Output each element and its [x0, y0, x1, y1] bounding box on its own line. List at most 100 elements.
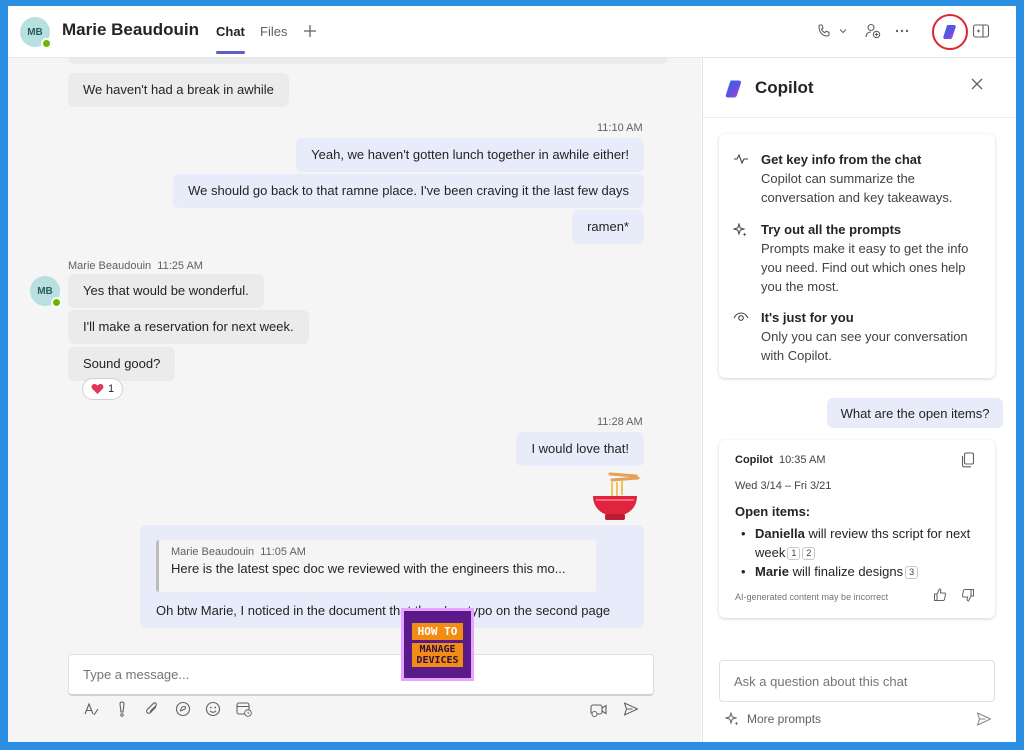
copilot-title: Copilot	[755, 78, 814, 97]
reply-message-bubble[interactable]: Marie Beaudouin 11:05 AM Here is the lat…	[140, 525, 644, 628]
chat-pane: We haven't had a break in awhile 11:10 A…	[8, 58, 701, 742]
message-time: 11:25 AM	[157, 260, 203, 272]
response-meta: Copilot 10:35 AM	[735, 454, 826, 466]
message-bubble[interactable]: Yes that would be wonderful.	[68, 274, 264, 308]
sparkle-icon	[725, 712, 739, 726]
message-sender-meta: Marie Beaudouin 11:25 AM	[68, 260, 203, 272]
message-time: 11:28 AM	[597, 416, 643, 428]
message-bubble[interactable]: ramen*	[572, 210, 644, 244]
citation-badge[interactable]: 3	[905, 566, 919, 579]
send-icon[interactable]	[620, 698, 642, 720]
quoted-text: Here is the latest spec doc we reviewed …	[171, 561, 566, 576]
citation-badge[interactable]: 1	[787, 547, 801, 560]
plus-icon[interactable]	[302, 20, 318, 42]
copilot-question-input[interactable]	[734, 673, 980, 689]
list-item: Marie will finalize designs3	[741, 562, 989, 581]
ai-disclaimer: AI-generated content may be incorrect	[735, 592, 889, 602]
open-panel-icon[interactable]	[972, 20, 990, 42]
message-bubble[interactable]: Sound good?	[68, 347, 176, 381]
sparkle-icon	[733, 223, 749, 237]
item-name: Daniella	[755, 526, 805, 541]
compose-box[interactable]	[68, 654, 654, 696]
logo-line-1: HOW TO	[411, 622, 464, 640]
intro-item-title: Get key info from the chat	[761, 152, 922, 167]
tab-chat[interactable]: Chat	[216, 24, 245, 54]
logo-line-2: MANAGE DEVICES	[412, 642, 463, 667]
response-sender: Copilot	[735, 454, 773, 466]
intro-item-desc: Prompts make it easy to get the info you…	[761, 241, 969, 294]
attach-icon[interactable]	[141, 698, 163, 720]
presence-available-icon	[51, 297, 62, 308]
video-clip-icon[interactable]	[588, 698, 610, 720]
more-prompts-button[interactable]: More prompts	[725, 712, 821, 726]
quoted-message[interactable]: Marie Beaudouin 11:05 AM Here is the lat…	[156, 540, 596, 592]
avatar-initials: MB	[27, 26, 43, 38]
more-icon[interactable]	[894, 20, 910, 42]
schedule-icon[interactable]	[233, 698, 255, 720]
contact-name[interactable]: Marie Beaudouin	[62, 20, 199, 40]
heart-icon	[91, 383, 104, 395]
how-to-manage-devices-logo: HOW TO MANAGE DEVICES	[401, 608, 474, 681]
message-time: 11:10 AM	[597, 122, 643, 134]
intro-item-key-info: Get key info from the chat Copilot can s…	[733, 152, 983, 207]
copy-icon[interactable]	[961, 452, 975, 468]
copilot-intro-card: Get key info from the chat Copilot can s…	[719, 134, 995, 378]
copilot-send-icon[interactable]	[975, 710, 995, 730]
thumbs-up-icon[interactable]	[933, 588, 947, 602]
contact-avatar[interactable]: MB	[20, 17, 52, 49]
message-bubble[interactable]: Yeah, we haven't gotten lunch together i…	[296, 138, 644, 172]
reaction-count: 1	[108, 383, 115, 395]
intro-item-title: It's just for you	[761, 310, 854, 325]
message-input[interactable]	[83, 667, 639, 682]
item-text: will finalize designs	[788, 564, 904, 579]
intro-item-desc: Only you can see your conversation with …	[761, 329, 968, 363]
partial-message	[68, 58, 668, 64]
message-bubble[interactable]: We should go back to that ramne place. I…	[173, 174, 644, 208]
message-bubble[interactable]: We haven't had a break in awhile	[68, 73, 289, 107]
intro-item-prompts: Try out all the prompts Prompts make it …	[733, 222, 983, 296]
chat-header: MB Marie Beaudouin Chat Files	[8, 6, 1016, 58]
list-item: Daniella will review ths script for next…	[741, 524, 989, 562]
quoted-time: 11:05 AM	[260, 546, 306, 558]
more-prompts-label: More prompts	[747, 712, 822, 726]
phone-icon[interactable]	[816, 20, 832, 42]
copilot-ask-box[interactable]	[719, 660, 995, 702]
loop-icon[interactable]	[172, 698, 194, 720]
tab-files[interactable]: Files	[260, 24, 287, 39]
copilot-user-question[interactable]: What are the open items?	[827, 398, 1003, 428]
contact-avatar[interactable]: MB	[30, 276, 62, 308]
response-heading: Open items:	[735, 504, 811, 519]
copilot-button[interactable]	[932, 14, 968, 50]
eye-icon	[733, 311, 749, 323]
thumbs-down-icon[interactable]	[961, 588, 975, 602]
copilot-icon	[941, 23, 959, 41]
ramen-sticker	[590, 470, 640, 524]
open-items-list: Daniella will review ths script for next…	[741, 524, 989, 581]
copilot-response-card: Copilot 10:35 AM Wed 3/14 – Fri 3/21 Ope…	[719, 440, 995, 618]
copilot-logo-icon	[723, 78, 745, 100]
format-icon[interactable]	[80, 698, 102, 720]
response-date-range: Wed 3/14 – Fri 3/21	[735, 480, 832, 492]
message-bubble[interactable]: I'll make a reservation for next week.	[68, 310, 309, 344]
reaction-badge[interactable]: 1	[82, 378, 124, 400]
add-people-icon[interactable]	[864, 20, 882, 42]
emoji-icon[interactable]	[202, 698, 224, 720]
quoted-sender: Marie Beaudouin	[171, 546, 255, 558]
sender-name: Marie Beaudouin	[68, 260, 152, 272]
close-icon[interactable]	[969, 76, 985, 92]
chevron-down-icon[interactable]	[838, 20, 848, 42]
teams-window: MB Marie Beaudouin Chat Files We haven't…	[8, 6, 1016, 742]
avatar-initials: MB	[37, 285, 53, 297]
reply-text: Oh btw Marie, I noticed in the document …	[156, 603, 611, 618]
intro-item-title: Try out all the prompts	[761, 222, 902, 237]
citation-badge[interactable]: 2	[802, 547, 816, 560]
logo-line-2-text: MANAGE	[419, 643, 456, 655]
intro-item-desc: Copilot can summarize the conversation a…	[761, 171, 953, 205]
priority-icon[interactable]	[111, 698, 133, 720]
quoted-meta: Marie Beaudouin 11:05 AM	[171, 546, 584, 558]
response-time: 10:35 AM	[779, 454, 826, 466]
message-bubble[interactable]: I would love that!	[516, 432, 644, 466]
item-name: Marie	[755, 564, 789, 579]
key-info-icon	[733, 153, 749, 165]
logo-line-3-text: DEVICES	[416, 654, 459, 666]
